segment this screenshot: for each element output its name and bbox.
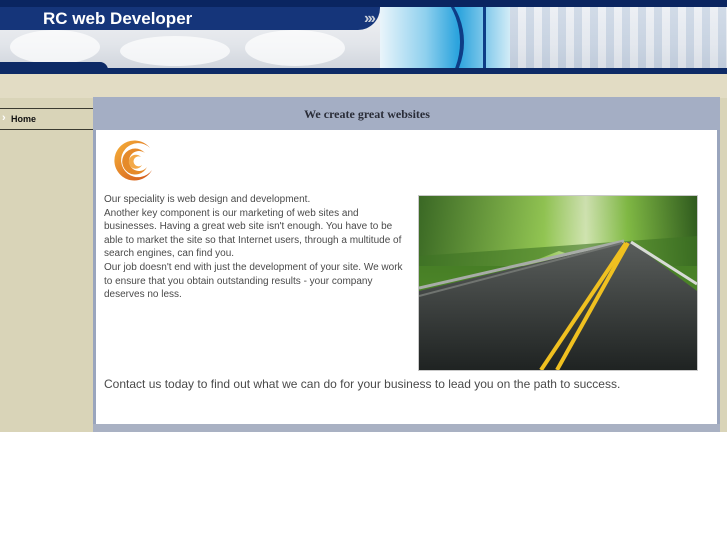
intro-paragraph: Our speciality is web design and develop… [104, 194, 311, 205]
header-cloud-decoration [245, 30, 345, 66]
chevron-right-icon: › [2, 112, 6, 124]
site-header: ››› RC web Developer [0, 0, 727, 74]
panel-footer [93, 424, 720, 432]
header-arrows-decoration: ››› [364, 10, 376, 27]
road-through-forest-image [418, 195, 698, 371]
sidebar-item-label: Home [11, 114, 37, 124]
panel-header: We create great websites [93, 97, 720, 130]
header-swoosh-decoration [380, 7, 464, 69]
content-area: Our speciality is web design and develop… [96, 130, 717, 424]
swirl-logo [114, 140, 152, 181]
intro-text: Our speciality is web design and develop… [104, 193, 412, 302]
header-squares-pattern [510, 7, 727, 69]
road-photo-graphic [419, 196, 697, 370]
header-cloud-decoration [120, 36, 230, 66]
header-top-strip [0, 0, 727, 7]
contact-text: Contact us today to find out what we can… [104, 377, 621, 391]
sidebar-item-home[interactable]: › Home [0, 108, 93, 130]
header-cloud-decoration [10, 30, 100, 64]
header-tech-graphic [380, 7, 510, 69]
sidebar-nav: › Home [0, 108, 93, 130]
header-stripe-decoration [483, 7, 486, 69]
page-title: We create great websites [304, 107, 430, 121]
intro-paragraph: Another key component is our marketing o… [104, 207, 402, 260]
site-title: RC web Developer [43, 9, 193, 28]
page-band-top [0, 74, 727, 98]
intro-paragraph: Our job doesn't end with just the develo… [104, 261, 403, 301]
main-panel: We create great websites Our speciality … [93, 97, 720, 432]
